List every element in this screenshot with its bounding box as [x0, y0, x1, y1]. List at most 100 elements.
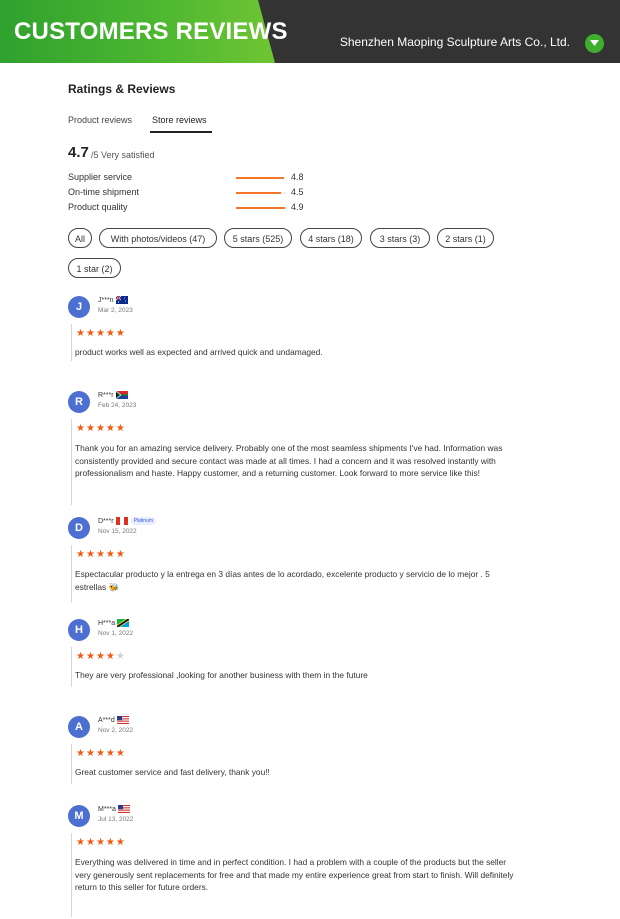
reviewer-name: D***r	[98, 517, 114, 525]
avatar: A	[68, 716, 90, 738]
metric-label: On-time shipment	[68, 187, 140, 197]
review-date: Feb 24, 2023	[98, 402, 137, 409]
review-item: J J***n Mar 2, 2023 ★★★★★ product works well…	[68, 296, 528, 363]
filter-chip[interactable]: 5 stars (525)	[224, 228, 292, 248]
filter-chip[interactable]: All	[68, 228, 92, 248]
star-icon: ★	[115, 837, 126, 848]
star-icon: ★	[85, 423, 96, 434]
filter-chip[interactable]: 2 stars (1)	[437, 228, 494, 248]
peru-flag-icon	[115, 517, 128, 525]
page-title: CUSTOMERS REVIEWS	[14, 18, 288, 45]
star-icon: ★	[115, 748, 126, 759]
metric-progress-bar	[236, 192, 286, 194]
star-icon: ★	[95, 549, 106, 560]
review-item: R R***r Feb 24, 2023 ★★★★★ Thank you for an …	[68, 391, 528, 507]
review-date: Mar 2, 2023	[98, 307, 133, 314]
review-text: They are very professional ,looking for …	[75, 670, 368, 680]
metric-label: Supplier service	[68, 172, 133, 182]
tab-store-reviews[interactable]: Store reviews	[152, 115, 207, 125]
filter-chip[interactable]: 1 star (2)	[68, 258, 121, 278]
star-rating: ★★★★★	[76, 651, 126, 662]
rating-suffix: /5 Very satisfied	[91, 150, 155, 160]
star-icon: ★	[105, 748, 116, 759]
star-icon: ★	[105, 837, 116, 848]
star-icon: ★	[95, 748, 106, 759]
filter-chip[interactable]: With photos/videos (47)	[99, 228, 217, 248]
review-divider	[71, 833, 72, 917]
star-icon: ★	[115, 549, 126, 560]
star-icon: ★	[85, 837, 96, 848]
section-title: Ratings & Reviews	[68, 82, 176, 96]
star-icon: ★	[85, 549, 96, 560]
star-icon: ★	[76, 748, 86, 759]
company-dropdown-button[interactable]	[585, 34, 604, 53]
avatar: D	[68, 517, 90, 539]
metric-progress-bar	[236, 177, 286, 179]
star-icon: ★	[85, 748, 96, 759]
review-divider	[71, 324, 72, 361]
tanzania-flag-icon	[117, 619, 130, 627]
reviewer-name: R***r	[98, 391, 114, 399]
star-icon: ★	[76, 423, 86, 434]
star-icon: ★	[76, 837, 86, 848]
metric-label: Product quality	[68, 202, 128, 212]
star-icon: ★	[115, 423, 126, 434]
review-date: Jul 13, 2022	[98, 816, 134, 823]
reviewer-name: H***a	[98, 619, 116, 627]
review-date: Nov 15, 2022	[98, 528, 137, 535]
star-icon: ★	[76, 549, 86, 560]
star-icon: ★	[85, 651, 96, 662]
avatar: R	[68, 391, 90, 413]
avatar: H	[68, 619, 90, 641]
avatar: J	[68, 296, 90, 318]
metric-value: 4.5	[291, 187, 304, 197]
star-icon: ★	[105, 549, 116, 560]
review-date: Nov 1, 2022	[98, 630, 134, 637]
review-item: M M***a Jul 13, 2022 ★★★★★ Everything was de…	[68, 805, 528, 919]
review-divider	[71, 419, 72, 505]
tab-product-reviews[interactable]: Product reviews	[68, 115, 132, 125]
review-text: Thank you for an amazing service deliver…	[75, 443, 503, 478]
star-icon: ★	[105, 423, 116, 434]
reviewer-info: H***a	[98, 619, 130, 627]
star-icon: ★	[76, 651, 86, 662]
review-text: product works well as expected and arriv…	[75, 347, 323, 357]
usa-flag-icon	[117, 805, 130, 813]
reviewer-info: M***a	[98, 805, 130, 813]
reviewer-info: D***r Platinum	[98, 517, 157, 525]
review-text: Great customer service and fast delivery…	[75, 767, 270, 777]
review-divider	[71, 744, 72, 784]
metric-progress-fill	[236, 207, 285, 209]
star-rating: ★★★★★	[76, 423, 126, 434]
reviewer-name: J***n	[98, 296, 114, 304]
reviewer-name: M***a	[98, 805, 116, 813]
filter-chip[interactable]: 4 stars (18)	[300, 228, 362, 248]
reviewer-info: R***r	[98, 391, 128, 399]
review-divider	[71, 545, 72, 603]
metric-progress-bar	[236, 207, 286, 209]
metric-progress-fill	[236, 177, 284, 179]
reviewer-info: J***n	[98, 296, 128, 304]
star-icon: ★	[115, 328, 126, 339]
star-icon: ★	[95, 423, 106, 434]
metric-value: 4.8	[291, 172, 304, 182]
metric-progress-fill	[236, 192, 281, 194]
member-badge: Platinum	[130, 517, 157, 525]
star-icon: ★	[95, 328, 106, 339]
star-icon: ★	[105, 328, 116, 339]
reviewer-name: A***d	[98, 716, 115, 724]
star-rating: ★★★★★	[76, 549, 126, 560]
review-date: Nov 2, 2022	[98, 727, 134, 734]
usa-flag-icon	[116, 716, 129, 724]
rating-score: 4.7	[68, 144, 89, 161]
star-icon: ★	[105, 651, 116, 662]
australia-flag-icon	[115, 296, 128, 304]
star-icon: ★	[85, 328, 96, 339]
filter-chip[interactable]: 3 stars (3)	[370, 228, 430, 248]
south-africa-flag-icon	[115, 391, 128, 399]
company-name[interactable]: Shenzhen Maoping Sculpture Arts Co., Ltd…	[340, 35, 570, 49]
reviewer-info: A***d	[98, 716, 129, 724]
star-rating: ★★★★★	[76, 837, 126, 848]
page-header: CUSTOMERS REVIEWS Shenzhen Maoping Sculp…	[0, 0, 620, 63]
star-icon: ★	[95, 837, 106, 848]
